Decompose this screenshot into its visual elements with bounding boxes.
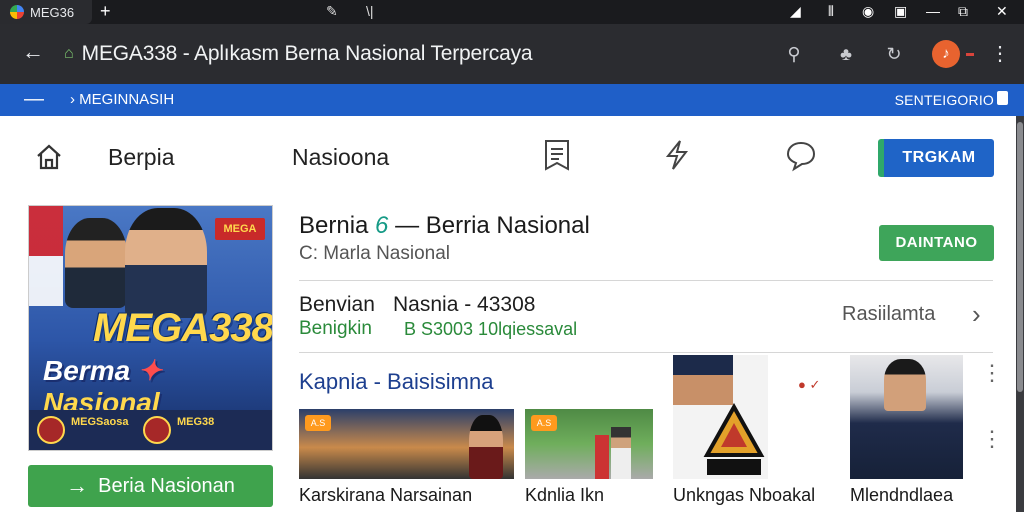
- article-title-prefix: Bernia: [299, 212, 369, 239]
- emblem-icon: [143, 416, 171, 444]
- pencil-icon: ✎: [326, 3, 338, 19]
- card-small-icons: ● ✓: [798, 376, 836, 406]
- banner-brand: MEGA338: [93, 306, 273, 350]
- card-caption[interactable]: Unkngas Nboakal: [673, 485, 815, 506]
- address-text: MEGA338 - Aplıkasm Berna Nasional Terper…: [81, 42, 533, 65]
- article-subtitle: C: Marla Nasional: [299, 243, 450, 264]
- more-options-icon[interactable]: ⋮: [981, 428, 1003, 450]
- chat-icon[interactable]: [784, 138, 818, 172]
- close-icon[interactable]: ✕: [996, 0, 1008, 22]
- info-value-2: B S3003 10lqiessaval: [404, 319, 578, 339]
- back-arrow-icon[interactable]: ←: [16, 36, 50, 70]
- person-image-left: [65, 218, 127, 308]
- banner-footer: MEGSaosa MEG38: [29, 410, 272, 450]
- home-icon[interactable]: [34, 142, 64, 172]
- tab-title: MEG36: [30, 4, 75, 20]
- card-image-2[interactable]: A.S: [525, 409, 653, 479]
- download-button[interactable]: DAINTANO: [879, 225, 994, 261]
- network-icon: ⫴: [828, 3, 834, 19]
- search-icon[interactable]: ⚲: [780, 40, 808, 68]
- card-person: [884, 359, 926, 411]
- bookmark-list-icon[interactable]: [540, 138, 574, 172]
- divider: [299, 352, 993, 353]
- card-caption[interactable]: Kdnlia Ikn: [525, 485, 604, 506]
- extension-icon[interactable]: ♣: [832, 40, 860, 68]
- article-title-rest: — Berria Nasional: [388, 212, 590, 239]
- address-bar[interactable]: ⌂ MEGA338 - Aplıkasm Berna Nasional Terp…: [58, 34, 818, 74]
- card-caption[interactable]: Karskirana Narsainan: [299, 485, 472, 506]
- card-person: [595, 435, 609, 479]
- card-image-1[interactable]: A.S: [299, 409, 514, 479]
- lightning-icon[interactable]: [660, 138, 694, 172]
- nav-item-nasional[interactable]: Nasioona: [292, 144, 389, 171]
- window-icon[interactable]: ▣: [894, 0, 907, 22]
- card-person: [611, 427, 631, 479]
- tab-strip: MEG36 + ✎ \| ◢ ⫴ ◉ ▣ — ⧉ ✕: [0, 0, 1024, 24]
- warning-sign-icon: [703, 403, 765, 475]
- scrollbar[interactable]: [1016, 116, 1024, 512]
- arrow-right-icon: →: [66, 473, 89, 498]
- card-tag: A.S: [305, 415, 331, 431]
- pin-icon: ● ✓: [798, 377, 821, 392]
- home-secure-icon: ⌂: [64, 45, 74, 62]
- bookmark-crumb-label: MEGINNASIH: [79, 91, 175, 108]
- divider-icon: \|: [366, 3, 374, 19]
- signal-icon: ◢: [790, 3, 801, 19]
- article-title-number: 6: [375, 212, 389, 239]
- bookmark-crumb[interactable]: › MEGINNASIH: [70, 91, 174, 108]
- bookmark-right-label[interactable]: SENTEIGORIO: [895, 92, 994, 108]
- info-label-2: Benigkin: [299, 318, 372, 339]
- flag-graphic: [29, 206, 63, 306]
- article-title: Bernia 6 — Berria Nasional: [299, 212, 590, 240]
- profile-avatar[interactable]: ♪: [932, 40, 960, 68]
- refresh-icon[interactable]: ↻: [880, 40, 908, 68]
- chrome-icon: [10, 5, 24, 19]
- more-menu-icon[interactable]: ⋮: [990, 42, 1010, 66]
- menu-dash-icon[interactable]: —: [24, 88, 44, 111]
- person-image-center: [125, 208, 207, 318]
- more-options-icon[interactable]: ⋮: [981, 362, 1003, 384]
- promo-banner[interactable]: MEGA MEGA338 Berma ✦ Nasional MEGSaosa M…: [28, 205, 273, 451]
- record-icon: ◉: [862, 3, 875, 19]
- banner-badge: MEGA: [215, 218, 265, 240]
- chevron-right-icon[interactable]: ›: [972, 299, 981, 330]
- banner-tag-left: Berma: [43, 355, 131, 386]
- banner-footer-left: MEGSaosa: [71, 416, 129, 428]
- card-image-4[interactable]: [850, 355, 963, 479]
- card-image-3[interactable]: [673, 355, 768, 479]
- star-icon: ✦: [137, 355, 162, 386]
- seal-icon: [37, 416, 65, 444]
- card-caption[interactable]: Mlendndlaea: [850, 485, 953, 506]
- minimize-icon[interactable]: —: [926, 0, 940, 22]
- primary-cta-label: Beria Nasionan: [98, 474, 235, 497]
- info-link[interactable]: Rasiilamta: [842, 303, 935, 326]
- nav-cta-button[interactable]: TRGKAM: [878, 139, 994, 177]
- info-value-1: Nasnia - 43308: [393, 293, 536, 316]
- browser-toolbar: ← ⌂ MEGA338 - Aplıkasm Berna Nasional Te…: [0, 24, 1024, 84]
- web-page: Berpia Nasioona TRGKAM MEGA MEGA338 Berm…: [0, 116, 1016, 512]
- banner-footer-right: MEG38: [177, 416, 215, 428]
- card-person: [673, 355, 733, 405]
- divider: [299, 280, 993, 281]
- lock-icon: [997, 91, 1008, 105]
- card-tag: A.S: [531, 415, 557, 431]
- section-title: Kapnia - Baisisimna: [299, 369, 494, 394]
- info-label-1: Benvian: [299, 293, 375, 316]
- site-nav: Berpia Nasioona TRGKAM: [0, 116, 1016, 196]
- bookmark-bar: — › MEGINNASIH SENTEIGORIO: [0, 84, 1024, 116]
- card-person: [469, 415, 503, 479]
- new-tab-button[interactable]: +: [100, 0, 111, 22]
- browser-tab[interactable]: MEG36: [0, 0, 92, 24]
- scrollbar-thumb[interactable]: [1017, 122, 1023, 392]
- notification-dot: [966, 53, 974, 56]
- restore-icon[interactable]: ⧉: [958, 0, 968, 22]
- primary-cta-button[interactable]: → Beria Nasionan: [28, 465, 273, 507]
- nav-item-berita[interactable]: Berpia: [108, 144, 174, 171]
